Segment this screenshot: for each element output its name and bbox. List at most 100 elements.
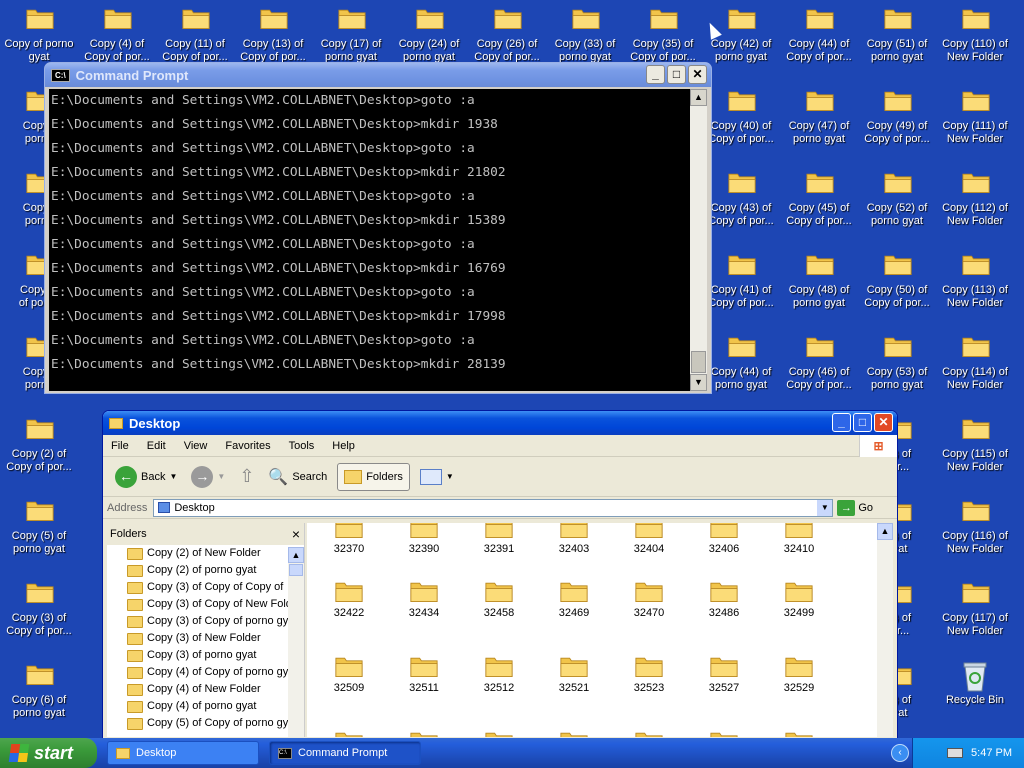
chevron-left-icon[interactable]: ‹ — [891, 744, 909, 762]
tree-item[interactable]: Copy (3) of Copy of Copy of — [107, 579, 289, 596]
tree-item[interactable]: Copy (3) of Copy of New Fold — [107, 596, 289, 613]
file-folder[interactable]: 32511 — [394, 654, 454, 694]
menu-item[interactable]: Help — [332, 440, 355, 452]
forward-button[interactable]: → ▼ — [187, 464, 229, 490]
folders-button[interactable]: Folders — [337, 462, 410, 491]
chevron-down-icon[interactable]: ▼ — [217, 472, 225, 481]
taskbar-item-desktop[interactable]: Desktop — [107, 741, 259, 765]
file-folder[interactable]: 32529 — [769, 654, 829, 694]
scroll-thumb[interactable] — [691, 351, 706, 373]
desktop-folder[interactable]: Copy (110) of New Folder — [937, 0, 1013, 80]
tree-item[interactable]: Copy (4) of porno gyat — [107, 698, 289, 715]
keyboard-icon[interactable] — [947, 748, 964, 758]
desktop-folder[interactable]: Copy (114) of New Folder — [937, 328, 1013, 408]
close-button[interactable]: ✕ — [874, 413, 893, 432]
scroll-up-icon[interactable]: ▲ — [877, 523, 893, 540]
desktop-folder[interactable]: Copy (115) of New Folder — [937, 410, 1013, 490]
file-folder[interactable] — [469, 729, 529, 737]
desktop-folder[interactable]: Copy (5) of porno gyat — [1, 492, 77, 572]
explorer-titlebar[interactable]: Desktop _ □ ✕ — [103, 411, 897, 435]
scroll-down-icon[interactable]: ▼ — [690, 374, 707, 391]
tree-item[interactable]: Copy (2) of New Folder — [107, 545, 289, 562]
desktop-folder[interactable]: Copy (111) of New Folder — [937, 82, 1013, 162]
recycle-bin[interactable]: Recycle Bin — [937, 656, 1013, 736]
desktop-folder[interactable]: Copy (50) of Copy of por... — [859, 246, 935, 326]
desktop-folder[interactable]: Copy (46) of Copy of por... — [781, 328, 857, 408]
search-button[interactable]: 🔍 Search — [264, 465, 331, 489]
desktop-folder[interactable]: Copy (49) of Copy of por... — [859, 82, 935, 162]
menu-item[interactable]: Edit — [147, 440, 166, 452]
desktop-folder[interactable]: Copy (43) of Copy of por... — [703, 164, 779, 244]
file-folder[interactable]: 32391 — [469, 523, 529, 555]
desktop-folder[interactable]: Copy (41) of Copy of por... — [703, 246, 779, 326]
menu-item[interactable]: File — [111, 440, 129, 452]
file-folder[interactable]: 32370 — [319, 523, 379, 555]
cmd-scrollbar[interactable]: ▲ ▼ — [690, 89, 707, 391]
desktop-folder[interactable]: Copy (40) of Copy of por... — [703, 82, 779, 162]
desktop-folder[interactable]: Copy (47) of porno gyat — [781, 82, 857, 162]
taskbar-item-command-prompt[interactable]: C:\ Command Prompt — [269, 741, 421, 765]
tree-scrollbar[interactable]: ▲ — [288, 547, 304, 737]
file-folder[interactable]: 32486 — [694, 579, 754, 619]
file-folder[interactable]: 32403 — [544, 523, 604, 555]
views-button[interactable]: ▼ — [416, 467, 458, 487]
up-button[interactable]: ⇧ — [235, 464, 258, 489]
desktop-folder[interactable]: Copy (117) of New Folder — [937, 574, 1013, 654]
clock[interactable]: 5:47 PM — [971, 747, 1012, 759]
file-folder[interactable]: 32512 — [469, 654, 529, 694]
file-folder[interactable] — [694, 729, 754, 737]
file-folder[interactable] — [769, 729, 829, 737]
menu-item[interactable]: Favorites — [225, 440, 270, 452]
desktop-folder[interactable]: Copy (44) of Copy of por... — [781, 0, 857, 80]
desktop-folder[interactable]: Copy (53) of porno gyat — [859, 328, 935, 408]
desktop-folder[interactable]: Copy (6) of porno gyat — [1, 656, 77, 736]
desktop-folder[interactable]: Copy (2) of Copy of por... — [1, 410, 77, 490]
chevron-down-icon[interactable]: ▼ — [446, 472, 454, 481]
menu-item[interactable]: View — [184, 440, 208, 452]
file-folder[interactable] — [619, 729, 679, 737]
maximize-button[interactable]: □ — [667, 65, 686, 84]
tree-item[interactable]: Copy (5) of Copy of porno gy — [107, 715, 289, 732]
file-folder[interactable] — [319, 729, 379, 737]
tree-item[interactable]: Copy (3) of Copy of porno gy — [107, 613, 289, 630]
close-icon[interactable]: × — [292, 523, 300, 545]
scroll-up-icon[interactable]: ▲ — [690, 89, 707, 106]
tree-item[interactable]: Copy (2) of porno gyat — [107, 562, 289, 579]
tree-item[interactable]: Copy (4) of New Folder — [107, 681, 289, 698]
chevron-down-icon[interactable]: ▼ — [169, 472, 177, 481]
address-dropdown-icon[interactable]: ▼ — [817, 499, 833, 516]
scroll-up-icon[interactable]: ▲ — [288, 547, 304, 563]
go-button[interactable]: → Go — [837, 499, 873, 516]
back-button[interactable]: ← Back ▼ — [111, 464, 181, 490]
file-folder[interactable]: 32422 — [319, 579, 379, 619]
file-folder[interactable]: 32527 — [694, 654, 754, 694]
tree-item[interactable]: Copy (4) of Copy of porno gy — [107, 664, 289, 681]
command-prompt-window[interactable]: C:\ Command Prompt _ □ ✕ E:\Documents an… — [44, 62, 712, 394]
desktop-folder[interactable]: Copy (113) of New Folder — [937, 246, 1013, 326]
desktop-folder[interactable]: Copy (42) of porno gyat — [703, 0, 779, 80]
minimize-button[interactable]: _ — [832, 413, 851, 432]
desktop-folder[interactable]: Copy (116) of New Folder — [937, 492, 1013, 572]
files-scrollbar[interactable]: ▲ — [877, 523, 893, 737]
menu-item[interactable]: Tools — [289, 440, 315, 452]
desktop-folder[interactable]: Copy (45) of Copy of por... — [781, 164, 857, 244]
file-folder[interactable]: 32410 — [769, 523, 829, 555]
file-folder[interactable] — [394, 729, 454, 737]
cmd-titlebar[interactable]: C:\ Command Prompt _ □ ✕ — [45, 63, 711, 87]
desktop-folder[interactable]: Copy (48) of porno gyat — [781, 246, 857, 326]
minimize-button[interactable]: _ — [646, 65, 665, 84]
file-folder[interactable]: 32521 — [544, 654, 604, 694]
file-folder[interactable]: 32390 — [394, 523, 454, 555]
tree-item[interactable]: Copy (3) of New Folder — [107, 630, 289, 647]
file-folder[interactable]: 32404 — [619, 523, 679, 555]
scroll-thumb[interactable] — [289, 564, 303, 576]
desktop-folder[interactable]: Copy (52) of porno gyat — [859, 164, 935, 244]
explorer-window[interactable]: Desktop _ □ ✕ File Edit View Favorites Tools… — [102, 410, 898, 740]
desktop-folder[interactable]: Copy (44) of porno gyat — [703, 328, 779, 408]
file-folder[interactable] — [544, 729, 604, 737]
file-folder[interactable]: 32470 — [619, 579, 679, 619]
file-folder[interactable]: 32523 — [619, 654, 679, 694]
file-folder[interactable]: 32509 — [319, 654, 379, 694]
file-folder[interactable]: 32458 — [469, 579, 529, 619]
address-input[interactable]: Desktop ▼ — [153, 498, 834, 517]
